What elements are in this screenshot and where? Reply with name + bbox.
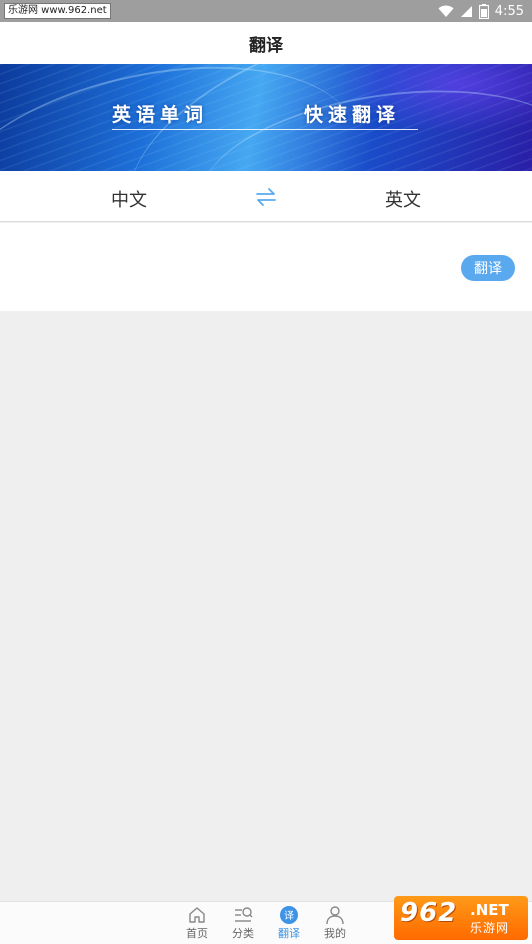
logo-domain: .NET [470, 901, 509, 919]
status-indicators: 4:55 [438, 3, 524, 19]
swap-arrows-icon[interactable] [254, 186, 278, 208]
target-language-button[interactable]: 英文 [385, 186, 421, 212]
status-bar: 乐游网 www.962.net 4:55 [0, 0, 532, 22]
user-icon [326, 906, 344, 925]
nav-item-profile[interactable]: 我的 [315, 905, 355, 943]
watermark-tag: 乐游网 www.962.net [4, 3, 111, 19]
nav-item-translate[interactable]: 译 翻译 [269, 905, 309, 943]
banner-right-phrase: 快速翻译 [304, 104, 401, 126]
status-time: 4:55 [494, 3, 524, 19]
translate-button[interactable]: 翻译 [461, 255, 515, 281]
page-title: 翻译 [249, 35, 283, 56]
translation-input-area[interactable]: 翻译 [0, 223, 532, 311]
watermark-logo: 962 .NET 乐游网 [394, 896, 528, 940]
translate-icon: 译 [280, 906, 298, 924]
nav-label-home: 首页 [186, 927, 208, 940]
home-icon [189, 907, 205, 923]
source-language-button[interactable]: 中文 [111, 186, 147, 212]
logo-brand: 乐游网 [470, 921, 510, 935]
nav-label-profile: 我的 [324, 927, 346, 940]
wifi-icon [438, 5, 454, 17]
nav-label-category: 分类 [232, 927, 254, 940]
logo-number: 962 [400, 898, 458, 928]
title-bar: 翻译 [0, 22, 532, 64]
nav-item-home[interactable]: 首页 [177, 905, 217, 943]
translate-icon-badge: 译 [284, 910, 294, 922]
nav-label-translate: 翻译 [278, 927, 300, 940]
banner-underline [112, 129, 418, 130]
category-search-icon [235, 907, 253, 922]
signal-icon [460, 5, 472, 17]
banner-image: 英语单词 快速翻译 [0, 64, 532, 171]
battery-icon [478, 3, 489, 19]
nav-item-category[interactable]: 分类 [223, 905, 263, 943]
language-selector: 中文 英文 [0, 171, 532, 222]
banner-left-phrase: 英语单词 [112, 104, 209, 126]
